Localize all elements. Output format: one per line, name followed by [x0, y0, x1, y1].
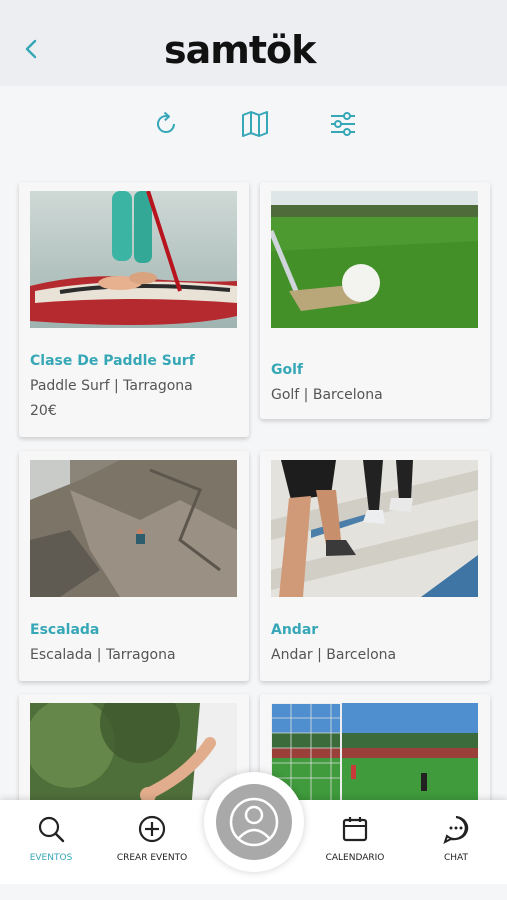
refresh-icon [157, 111, 175, 133]
nav-label: CREAR EVENTO [116, 853, 188, 863]
event-title: Clase De Paddle Surf [30, 353, 195, 369]
map-button[interactable] [237, 106, 273, 142]
golf-photo [271, 191, 478, 328]
refresh-button[interactable] [148, 106, 184, 142]
add-circle-icon [138, 815, 166, 843]
event-title: Golf [271, 362, 303, 378]
app-header: samtök [0, 0, 507, 86]
event-card[interactable]: Golf Golf | Barcelona [260, 182, 490, 419]
toolbar [0, 106, 507, 144]
logo-text: samtök [164, 28, 316, 72]
climbing-photo [30, 460, 237, 597]
event-subtitle: Andar | Barcelona [271, 647, 397, 663]
profile-icon [229, 797, 279, 847]
nav-label: EVENTOS [29, 853, 73, 863]
profile-avatar [216, 784, 292, 860]
system-strip [0, 884, 507, 900]
paddle-surf-photo [30, 191, 237, 328]
profile-button[interactable] [204, 772, 304, 872]
map-icon [242, 111, 268, 137]
event-title: Escalada [30, 622, 100, 638]
chevron-left-icon [25, 39, 37, 59]
event-card[interactable]: Andar Andar | Barcelona [260, 451, 490, 681]
logo: samtök [164, 28, 344, 72]
event-subtitle: Paddle Surf | Tarragona [30, 378, 193, 394]
back-button[interactable] [18, 34, 46, 64]
nav-calendario[interactable]: CALENDARIO [310, 814, 400, 874]
event-card[interactable]: Escalada Escalada | Tarragona [19, 451, 249, 681]
event-card[interactable]: Clase De Paddle Surf Paddle Surf | Tarra… [19, 182, 249, 437]
search-icon [38, 816, 65, 843]
walking-photo [271, 460, 478, 597]
calendar-icon [342, 817, 368, 842]
event-title: Andar [271, 622, 319, 638]
event-subtitle: Escalada | Tarragona [30, 647, 176, 663]
chat-icon [443, 816, 469, 844]
event-price: 20€ [30, 403, 57, 419]
filter-button[interactable] [325, 106, 361, 142]
nav-eventos[interactable]: EVENTOS [6, 814, 96, 874]
filter-icon [331, 112, 355, 136]
nav-label: CALENDARIO [325, 853, 385, 863]
event-subtitle: Golf | Barcelona [271, 387, 383, 403]
nav-label: CHAT [443, 853, 468, 863]
nav-chat[interactable]: CHAT [411, 814, 501, 874]
nav-crear-evento[interactable]: CREAR EVENTO [107, 814, 197, 874]
